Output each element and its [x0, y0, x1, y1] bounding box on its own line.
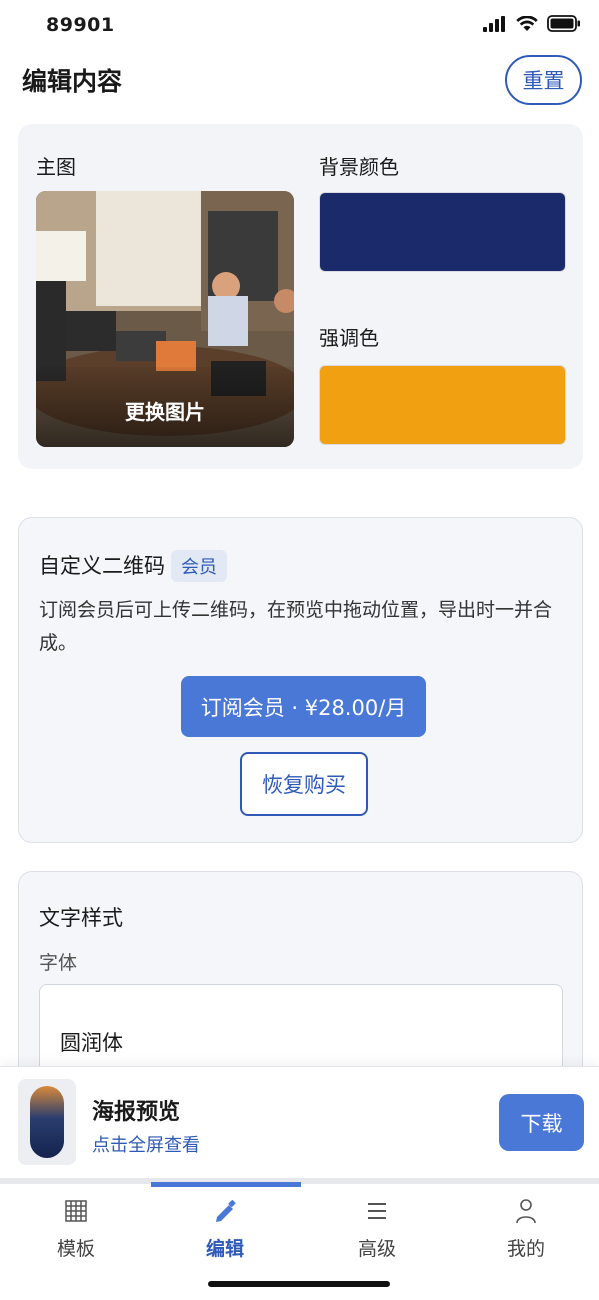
image-color-card: 主图 更换图片 背景颜色 强调色 [18, 124, 583, 469]
page-title: 编辑内容 [22, 67, 123, 96]
grid-icon [65, 1200, 87, 1222]
subscribe-button[interactable]: 订阅会员 · ¥28.00/月 [181, 676, 426, 737]
tab-label: 我的 [506, 1238, 545, 1260]
text-style-title: 文字样式 [39, 906, 123, 930]
reset-button[interactable]: 重置 [505, 55, 582, 105]
tab-label: 编辑 [205, 1238, 244, 1260]
active-tab-indicator [151, 1182, 301, 1187]
tab-profile[interactable]: 我的 [471, 1196, 581, 1261]
qr-section-title: 自定义二维码 [39, 554, 165, 578]
status-icons [483, 15, 581, 32]
wifi-icon [516, 15, 538, 31]
restore-purchase-button[interactable]: 恢复购买 [240, 752, 368, 816]
user-icon [516, 1199, 536, 1224]
tab-advanced[interactable]: 高级 [322, 1196, 432, 1261]
preview-fullscreen-link[interactable]: 点击全屏查看 [92, 1131, 200, 1157]
preview-title: 海报预览 [92, 1100, 181, 1125]
tab-edit[interactable]: 编辑 [170, 1196, 280, 1261]
battery-icon [547, 15, 580, 32]
change-image-label[interactable]: 更换图片 [36, 396, 294, 425]
main-image[interactable]: 更换图片 [36, 191, 294, 447]
download-button[interactable]: 下载 [499, 1094, 584, 1151]
menu-icon [368, 1203, 386, 1219]
bg-color-swatch[interactable] [319, 192, 566, 272]
home-indicator [208, 1281, 390, 1287]
pencil-icon [216, 1200, 236, 1222]
bg-color-label: 背景颜色 [319, 155, 399, 179]
status-time: 89901 [46, 14, 115, 36]
tab-label: 模板 [56, 1238, 95, 1260]
poster-preview-bar[interactable]: 海报预览 点击全屏查看 下载 [0, 1066, 599, 1178]
poster-thumbnail[interactable] [18, 1079, 76, 1165]
cellular-signal-icon [483, 15, 505, 32]
qr-code-card: 自定义二维码 会员 订阅会员后可上传二维码，在预览中拖动位置，导出时一并合成。 … [18, 517, 583, 843]
main-image-label: 主图 [36, 155, 76, 179]
member-badge: 会员 [171, 550, 227, 582]
poster-thumbnail-image [30, 1086, 64, 1158]
status-bar: 89901 [0, 0, 599, 52]
qr-description: 订阅会员后可上传二维码，在预览中拖动位置，导出时一并合成。 [39, 599, 553, 654]
font-label: 字体 [39, 952, 78, 974]
tab-label: 高级 [357, 1238, 396, 1260]
accent-color-swatch[interactable] [319, 365, 566, 445]
accent-color-label: 强调色 [319, 326, 379, 350]
tab-templates[interactable]: 模板 [21, 1196, 131, 1261]
font-value: 圆润体 [60, 1031, 123, 1055]
